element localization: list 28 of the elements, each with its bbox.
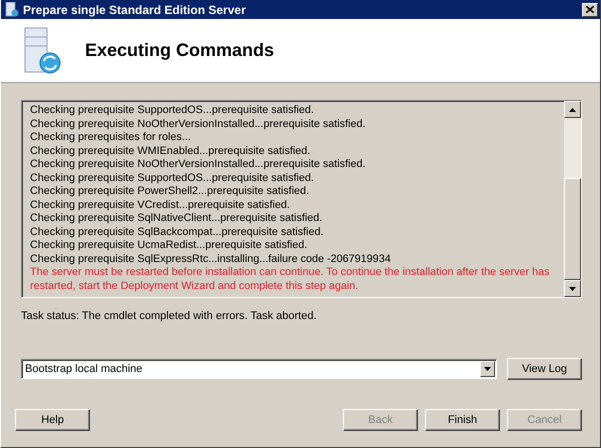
- wizard-button[interactable]: Help: [15, 409, 90, 431]
- log-line: Checking prerequisite SqlExpressRtc...installing...failure code -2067919934: [30, 252, 392, 266]
- view-log-button[interactable]: View Log: [507, 358, 582, 380]
- error-message: The server must be restarted before installation can continue. To continue the installation after the server has restarted, start the Deployment Wizard and complete this step again.: [30, 266, 551, 293]
- task-dropdown[interactable]: Bootstrap local machine: [21, 359, 497, 379]
- server-icon: [5, 2, 19, 17]
- log-line: Checking prerequisite VCredist...prerequisite satisfied.: [30, 198, 291, 212]
- server-icon: [23, 26, 63, 74]
- log-line: Checking prerequisite SqlNativeClient...prerequisite satisfied.: [30, 212, 324, 226]
- log-line: Checking prerequisite SupportedOS...prerequisite satisfied.: [30, 172, 315, 185]
- log-line: Checking prerequisite WMIEnabled...prerequisite satisfied.: [30, 144, 312, 158]
- page-title: Executing Commands: [85, 40, 274, 61]
- log-line: Checking prerequisites for roles...: [30, 131, 192, 144]
- scrollbar[interactable]: [564, 101, 581, 297]
- up-arrow-icon: [569, 108, 576, 112]
- window-title: Prepare single Standard Edition Server: [23, 2, 247, 16]
- log-line: Checking prerequisite PowerShell2...prerequisite satisfied.: [30, 185, 310, 198]
- down-arrow-icon: [569, 286, 576, 290]
- wizard-button[interactable]: Finish: [425, 409, 500, 431]
- task-status: Task status: The cmdlet completed with errors. Task aborted.: [21, 310, 318, 322]
- log-line: Checking prerequisite NoOtherVersionInstalled...prerequisite satisfied.: [30, 118, 366, 131]
- log-line: Checking prerequisite SqlBackcompat...prerequisite satisfied.: [30, 226, 324, 239]
- close-icon: [586, 6, 594, 13]
- log-line: Checking prerequisite SupportedOS...prerequisite satisfied.: [30, 104, 315, 118]
- log-line: Checking prerequisite UcmaRedist...prerequisite satisfied.: [30, 239, 308, 252]
- dropdown-arrow-icon: [484, 367, 491, 371]
- close-button[interactable]: [582, 2, 598, 16]
- log-line: Checking prerequisite NoOtherVersionInstalled...prerequisite satisfied.: [30, 158, 366, 172]
